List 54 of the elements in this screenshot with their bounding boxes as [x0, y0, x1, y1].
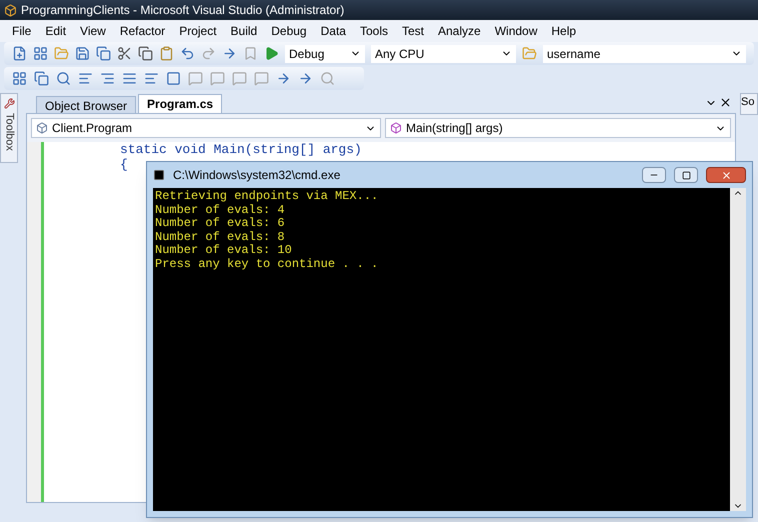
menu-item[interactable]: Edit: [45, 22, 66, 40]
platform-dropdown[interactable]: Any CPU: [371, 44, 516, 62]
menu-item[interactable]: Project: [179, 22, 217, 40]
add-item-icon[interactable]: [33, 46, 48, 61]
console-icon: [153, 169, 165, 181]
app-logo-icon: [4, 4, 17, 16]
window-title: ProgrammingClients - Microsoft Visual Studio (Administrator): [21, 2, 344, 19]
indent-icon[interactable]: [100, 71, 115, 86]
wrench-icon: [4, 98, 14, 109]
document-tab[interactable]: Program.cs: [138, 94, 222, 113]
paste-icon[interactable]: [159, 46, 174, 61]
menu-item[interactable]: Help: [551, 22, 576, 40]
maximize-icon: [682, 170, 690, 180]
save-icon[interactable]: [75, 46, 90, 61]
console-line: Number of evals: 8: [155, 230, 286, 244]
menu-item[interactable]: File: [12, 22, 32, 40]
outdent-icon[interactable]: [78, 71, 93, 86]
maximize-button[interactable]: [674, 167, 698, 183]
cut-icon[interactable]: [117, 46, 132, 61]
menu-item[interactable]: View: [80, 22, 106, 40]
type-dropdown[interactable]: Client.Program: [31, 118, 381, 138]
start-icon[interactable]: [264, 46, 279, 61]
user-dropdown[interactable]: username: [543, 44, 746, 62]
console-line: Number of evals: 4: [155, 204, 286, 217]
console-line: Number of evals: 6: [155, 217, 286, 230]
class-icon: [36, 122, 48, 134]
navigate-icon[interactable]: [222, 46, 237, 61]
console-line: Press any key to continue . . .: [155, 258, 380, 271]
close-icon[interactable]: [719, 96, 732, 109]
minimize-button[interactable]: [642, 167, 666, 183]
document-tab[interactable]: Object Browser: [36, 96, 136, 113]
window-title: C:\Windows\system32\cmd.exe: [173, 167, 342, 184]
code-line: {: [120, 157, 128, 172]
console-line: Retrieving endpoints via MEX...: [155, 190, 380, 204]
close-button[interactable]: [706, 167, 746, 183]
menu-item[interactable]: Analyze: [438, 22, 481, 40]
menu-item[interactable]: Debug: [271, 22, 307, 40]
menu-item[interactable]: Build: [230, 22, 258, 40]
menu-item[interactable]: Refactor: [120, 22, 166, 40]
configuration-dropdown[interactable]: Debug: [285, 44, 365, 62]
method-icon: [390, 122, 402, 134]
console-line: Number of evals: 10: [155, 244, 293, 258]
side-panel-tab[interactable]: So: [740, 93, 758, 115]
member-dropdown[interactable]: Main(string[] args): [385, 118, 731, 138]
menu-item[interactable]: Test: [402, 22, 424, 40]
code-line: static void Main(string[] args): [120, 142, 362, 157]
undo-icon[interactable]: [180, 46, 195, 61]
menu-item[interactable]: Window: [494, 22, 538, 40]
toolbox-tab[interactable]: Toolbox: [0, 93, 18, 163]
new-project-icon[interactable]: [12, 46, 27, 61]
menu-item[interactable]: Tools: [360, 22, 388, 40]
scrollbar[interactable]: [730, 188, 746, 511]
menu-item[interactable]: Data: [320, 22, 346, 40]
close-icon: [720, 170, 732, 180]
